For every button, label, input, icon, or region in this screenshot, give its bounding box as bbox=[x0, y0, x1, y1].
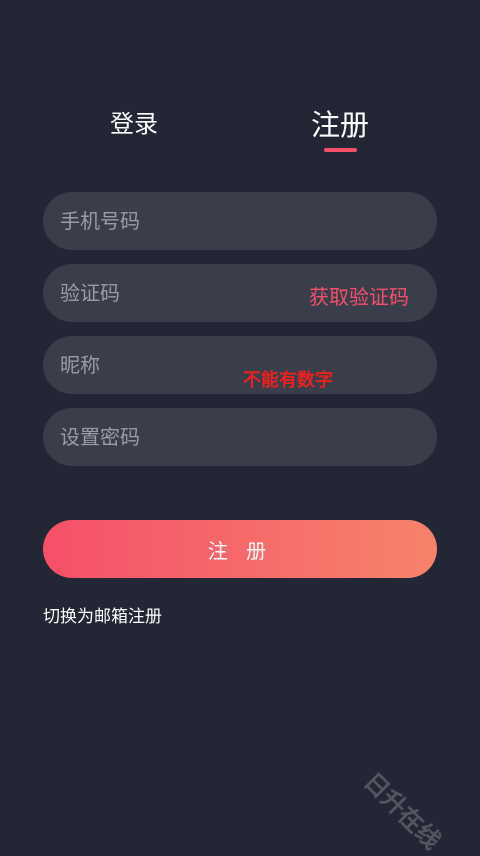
get-code-button[interactable]: 获取验证码 bbox=[309, 281, 409, 310]
password-field[interactable] bbox=[43, 408, 437, 466]
password-input[interactable] bbox=[60, 408, 300, 466]
auth-tabs: 登录 注册 bbox=[0, 0, 480, 170]
switch-to-email-link[interactable]: 切换为邮箱注册 bbox=[43, 602, 162, 627]
tab-login[interactable]: 登录 bbox=[110, 104, 158, 139]
watermark-logo: 日升在线 bbox=[358, 767, 447, 856]
verification-code-input[interactable] bbox=[60, 264, 300, 322]
phone-field[interactable] bbox=[43, 192, 437, 250]
nickname-hint: 不能有数字 bbox=[243, 370, 333, 391]
tab-register[interactable]: 注册 bbox=[311, 102, 369, 144]
register-button[interactable]: 注 册 bbox=[43, 520, 437, 578]
active-tab-indicator bbox=[324, 148, 357, 152]
verification-code-field[interactable]: 获取验证码 bbox=[43, 264, 437, 322]
nickname-field[interactable] bbox=[43, 336, 437, 394]
phone-input[interactable] bbox=[60, 192, 300, 250]
